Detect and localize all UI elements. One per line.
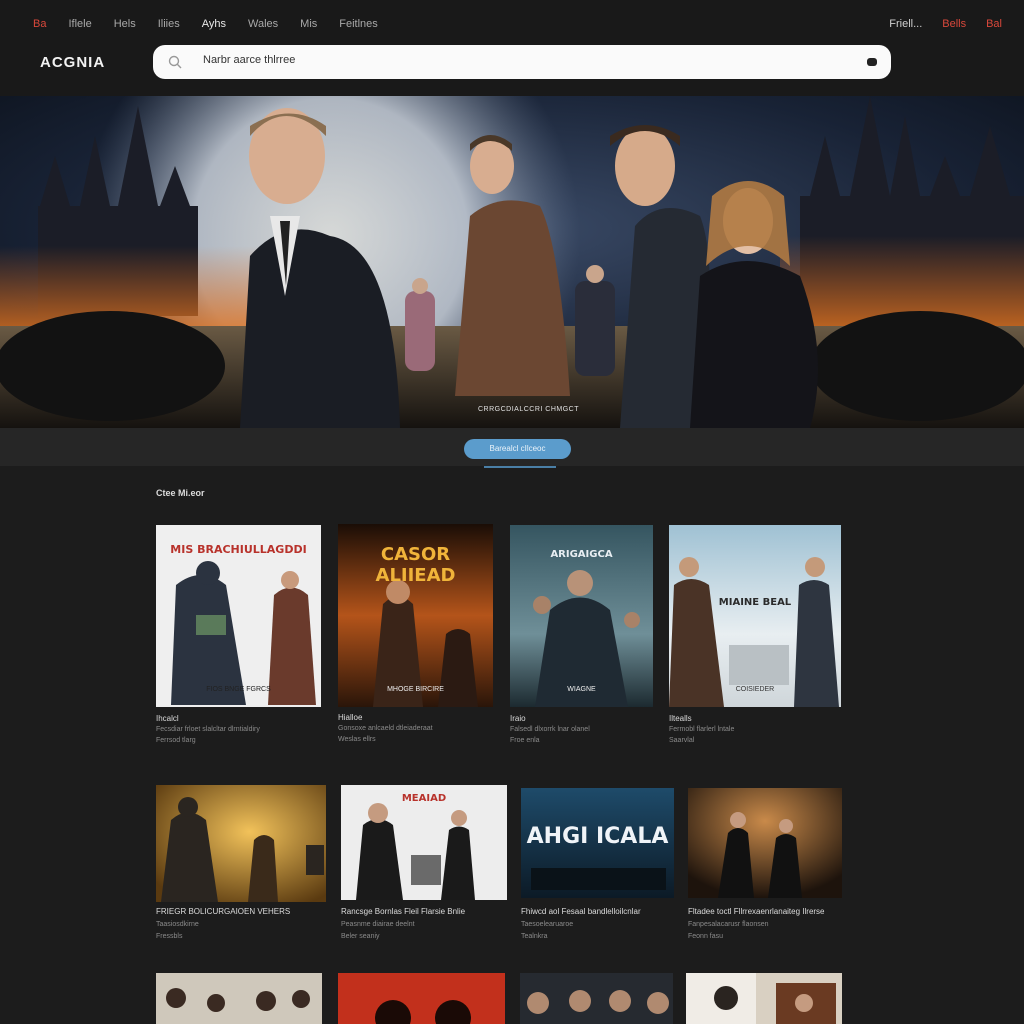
movie-poster[interactable] (520, 973, 673, 1024)
nav-link-7[interactable]: Mis (300, 18, 317, 30)
movie-meta: Fressbls (156, 933, 183, 940)
movie-poster[interactable] (688, 788, 842, 898)
poster-art (686, 973, 842, 1024)
movie-card[interactable] (338, 973, 505, 1024)
movie-poster[interactable]: MEAIAD (341, 785, 507, 900)
movie-description: Gonsoxe anlcaeld dtleiaderaat (338, 725, 433, 732)
poster-art (688, 788, 842, 898)
movie-meta: Beler seaniy (341, 933, 380, 940)
account-nav: Friell... Bells Bal (869, 18, 1002, 30)
movie-description: Taasiosdkirne (156, 921, 199, 928)
movie-poster[interactable]: AHGI ICALA (521, 788, 674, 898)
movie-meta: Saarvlal (669, 737, 695, 744)
poster-title: AHGI ICALA (526, 824, 669, 849)
poster-credits: MHOGE BIRCIRE (387, 686, 444, 693)
movie-title[interactable]: Fltadee toctl Fllrrexaenrlanaiteg Ilrers… (688, 907, 825, 916)
nav-link-home[interactable]: Ba (33, 18, 46, 30)
search-icon (168, 55, 182, 69)
nav-link-6[interactable]: Wales (248, 18, 278, 30)
poster-credits: FIOS BNGE FGRCS (206, 686, 271, 693)
movie-meta: Tealnkra (521, 933, 548, 940)
movie-card[interactable]: MIS BRACHIULLAGDDI FIOS BNGE FGRCS Ihcal… (156, 525, 321, 745)
movie-meta: Froe enla (510, 737, 540, 744)
movie-poster[interactable]: CASOR ALIIEAD MHOGE BIRCIRE (338, 524, 493, 707)
nav-link-4[interactable]: Iliies (158, 18, 180, 30)
hero-underline (484, 466, 556, 468)
top-bar: Ba Iflele Hels Iliies Ayhs Wales Mis Fei… (0, 0, 1024, 96)
poster-art (520, 973, 673, 1024)
nav-link-8[interactable]: Feitlnes (339, 18, 378, 30)
notifications-link[interactable]: Bells (942, 18, 966, 30)
nav-link-2[interactable]: Iflele (68, 18, 91, 30)
hero-caption: CRRGCDIALCCRI CHMGCT (478, 406, 579, 413)
hero-artwork (0, 96, 1024, 428)
poster-title: MIAINE BEAL (718, 597, 792, 608)
poster-credits: WIAGNE (567, 686, 596, 693)
movie-poster[interactable] (156, 973, 322, 1024)
movie-description: Taesoelearuaroe (521, 921, 574, 928)
movie-card[interactable]: MEAIAD Rancsge Bornlas Fleil Flarsie Bnl… (341, 785, 507, 945)
movie-card[interactable]: CASOR ALIIEAD MHOGE BIRCIRE Hialloe Gons… (338, 524, 493, 744)
movie-title[interactable]: Rancsge Bornlas Fleil Flarsie Bnlie (341, 907, 465, 916)
search-bar[interactable]: Narbr aarce thlrree (153, 45, 891, 79)
movie-card[interactable] (520, 973, 673, 1024)
poster-credits: COISIEDER (735, 686, 775, 693)
movie-title[interactable]: Iltealls (669, 714, 692, 723)
movie-poster[interactable]: MIAINE BEAL COISIEDER (669, 525, 841, 707)
movie-title[interactable]: Iraio (510, 714, 526, 723)
search-submit-icon[interactable] (867, 58, 877, 66)
account-link[interactable]: Friell... (889, 18, 922, 30)
movie-card[interactable] (686, 973, 842, 1024)
poster-art (156, 785, 326, 902)
movie-card[interactable]: ARIGAIGCA WIAGNE Iraio Falsedl dlxorrk l… (510, 525, 653, 745)
movie-description: Fecsdiar frloet slalcltar dlrntialdiry (156, 726, 260, 733)
movie-card[interactable]: FRIEGR BOLICURGAIOEN VEHERS Taasiosdkirn… (156, 785, 326, 945)
nav-link-5[interactable]: Ayhs (202, 18, 226, 30)
poster-art (338, 973, 505, 1024)
poster-title: MIS BRACHIULLAGDDI (170, 543, 307, 556)
movie-poster[interactable] (338, 973, 505, 1024)
movie-title[interactable]: Fhiwcd aol Fesaal bandlelloilcnlar (521, 907, 641, 916)
search-input[interactable]: Narbr aarce thlrree (203, 54, 295, 66)
hero-banner[interactable]: CRRGCDIALCCRI CHMGCT (0, 96, 1024, 428)
poster-title: CASOR ALIIEAD (375, 544, 456, 586)
movie-meta: Weslas ellrs (338, 736, 376, 743)
movie-card[interactable]: MIAINE BEAL COISIEDER Iltealls Fermobl f… (669, 525, 841, 745)
movie-description: Falsedl dlxorrk lnar olanel (510, 726, 590, 733)
movie-title[interactable]: Hialloe (338, 713, 362, 722)
movie-card[interactable] (156, 973, 322, 1024)
movie-poster[interactable]: ARIGAIGCA WIAGNE (510, 525, 653, 707)
poster-title: ARIGAIGCA (550, 549, 613, 560)
profile-link[interactable]: Bal (986, 18, 1002, 30)
section-title: Ctee Mi.eor (156, 488, 205, 498)
movie-meta: Feonn fasu (688, 933, 724, 940)
movie-card[interactable]: AHGI ICALA Fhiwcd aol Fesaal bandlelloil… (521, 788, 674, 945)
movie-title[interactable]: FRIEGR BOLICURGAIOEN VEHERS (156, 907, 290, 916)
movie-description: Fanpesalacarusr flaonsen (688, 921, 769, 928)
main-nav: Ba Iflele Hels Iliies Ayhs Wales Mis Fei… (33, 18, 400, 30)
movie-title[interactable]: Ihcalcl (156, 714, 179, 723)
movie-poster[interactable]: MIS BRACHIULLAGDDI FIOS BNGE FGRCS (156, 525, 321, 707)
movie-poster[interactable] (156, 785, 326, 902)
app-logo[interactable]: ACGNIA (40, 54, 105, 71)
poster-art (156, 973, 322, 1024)
movie-card[interactable]: Fltadee toctl Fllrrexaenrlanaiteg Ilrers… (688, 788, 842, 945)
poster-title: MEAIAD (401, 793, 447, 804)
movie-meta: Ferrsod tlarg (156, 737, 196, 744)
movie-description: Fermobl flarlerl lntale (669, 726, 735, 733)
nav-link-3[interactable]: Hels (114, 18, 136, 30)
hero-cta-button[interactable]: Barealcl cIlceoc (464, 439, 571, 459)
poster-art (669, 525, 841, 707)
movie-description: Peasnme diairae deelnt (341, 921, 415, 928)
movie-poster[interactable] (686, 973, 842, 1024)
